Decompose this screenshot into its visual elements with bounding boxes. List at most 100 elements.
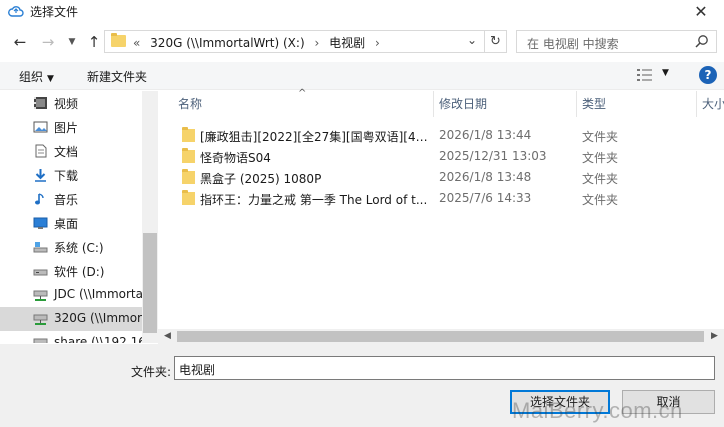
sort-ascending-icon: ^: [298, 88, 307, 99]
recent-locations-button[interactable]: ▼: [62, 32, 82, 52]
folder-icon: [182, 169, 195, 184]
file-type: 文件夹: [582, 193, 619, 207]
up-button[interactable]: ↑: [84, 32, 104, 52]
dialog-footer: 文件夹: 电视剧 选择文件夹 取消 MaiBerry.com.cn: [0, 344, 724, 427]
network-drive-icon: [33, 314, 48, 325]
file-name: 指环王：力量之戒 第一季 The Lord of t...: [200, 193, 428, 207]
nav-item-downloads[interactable]: 下载: [0, 163, 142, 187]
cloud-app-icon: [8, 6, 24, 17]
organize-label: 组织: [19, 70, 44, 84]
chevron-down-icon: ▼: [68, 37, 76, 47]
navigation-scrollbar[interactable]: [142, 91, 158, 343]
folder-icon: [182, 190, 195, 205]
horizontal-scrollbar[interactable]: ◀ ▶: [158, 329, 724, 344]
column-header-type[interactable]: 类型: [582, 95, 606, 119]
column-divider[interactable]: [433, 91, 434, 117]
file-row[interactable]: 指环王：力量之戒 第一季 The Lord of t... 2025/7/6 1…: [158, 188, 724, 209]
folder-icon: [182, 127, 195, 142]
scrollbar-thumb[interactable]: [177, 331, 704, 342]
column-header-size[interactable]: 大小: [702, 95, 724, 119]
nav-item-desktop[interactable]: 桌面: [0, 211, 142, 235]
music-icon: [35, 193, 44, 205]
system-drive-icon: [33, 242, 48, 253]
view-options-icon[interactable]: [636, 67, 654, 83]
arrow-right-icon: →: [41, 33, 55, 51]
folder-icon: [111, 33, 126, 47]
nav-item-label: JDC (\\Immorta: [54, 287, 143, 301]
nav-item-jdc-network[interactable]: JDC (\\Immorta: [0, 283, 143, 307]
scroll-left-icon[interactable]: ◀: [160, 329, 175, 344]
video-library-icon: [34, 97, 47, 109]
scrollbar-thumb[interactable]: [143, 233, 157, 333]
breadcrumb-drive[interactable]: 320G (\\ImmortalWrt) (X:): [150, 36, 304, 50]
arrow-up-icon: ↑: [87, 33, 101, 51]
search-box[interactable]: 在 电视剧 中搜索: [516, 30, 717, 53]
nav-item-label: 系统 (C:): [54, 241, 104, 255]
help-icon: ?: [704, 68, 712, 82]
file-modified: 2025/7/6 14:33: [439, 191, 532, 205]
caret-down-icon: ▼: [47, 74, 54, 84]
file-row[interactable]: 黑盒子 (2025) 1080P 2026/1/8 13:48 文件夹: [158, 167, 724, 188]
nav-item-videos[interactable]: 视频: [0, 91, 142, 115]
nav-item-pictures[interactable]: 图片: [0, 115, 142, 139]
desktop-icon: [33, 217, 48, 229]
file-row[interactable]: 怪奇物语S04 2025/12/31 13:03 文件夹: [158, 146, 724, 167]
forward-button[interactable]: →: [38, 32, 58, 52]
address-history-button[interactable]: ⌄: [464, 33, 480, 51]
file-row[interactable]: [廉政狙击][2022][全27集][国粤双语][4K ... 2026/1/8…: [158, 125, 724, 146]
drive-icon: [33, 269, 48, 276]
nav-item-music[interactable]: 音乐: [0, 187, 142, 211]
network-drive-icon: [33, 290, 48, 301]
breadcrumb-current[interactable]: 电视剧: [329, 36, 365, 50]
window-title: 选择文件: [30, 5, 79, 19]
back-button[interactable]: ←: [10, 32, 30, 52]
column-header-name[interactable]: 名称: [178, 95, 202, 119]
folder-icon: [182, 148, 195, 163]
nav-item-320g-network[interactable]: 320G (\\Immor: [0, 307, 142, 331]
file-type: 文件夹: [582, 151, 619, 165]
nav-item-d-drive[interactable]: 软件 (D:): [0, 259, 142, 283]
file-type: 文件夹: [582, 130, 619, 144]
refresh-icon: ↻: [490, 34, 501, 49]
breadcrumb-separator[interactable]: ›: [314, 36, 319, 50]
close-icon: ✕: [694, 2, 708, 21]
column-header-modified[interactable]: 修改日期: [439, 95, 487, 119]
nav-item-label: 图片: [54, 121, 79, 135]
file-list: ^ 名称 修改日期 类型 大小 [廉政狙击][2022][全27集][国粤双语]…: [158, 88, 724, 344]
close-button[interactable]: ✕: [678, 0, 724, 24]
nav-item-share-network[interactable]: share (\\192.16: [0, 331, 146, 343]
address-bar[interactable]: « 320G (\\ImmortalWrt) (X:) › 电视剧 › ⌄ ↻: [104, 30, 507, 53]
nav-item-documents[interactable]: 文档: [0, 139, 142, 163]
file-name: [廉政狙击][2022][全27集][国粤双语][4K ...: [200, 130, 430, 144]
search-icon: [695, 35, 708, 48]
pictures-icon: [33, 121, 48, 133]
new-folder-button[interactable]: 新建文件夹: [87, 68, 147, 85]
organize-button[interactable]: 组织 ▼: [19, 68, 54, 85]
view-dropdown-icon[interactable]: ▼: [662, 68, 669, 78]
downloads-icon: [35, 169, 46, 182]
scroll-right-icon[interactable]: ▶: [707, 329, 722, 344]
filename-label: 文件夹:: [131, 365, 172, 379]
nav-item-system-drive[interactable]: 系统 (C:): [0, 235, 142, 259]
nav-item-label: 桌面: [54, 217, 79, 231]
file-modified: 2026/1/8 13:44: [439, 128, 532, 142]
help-button[interactable]: ?: [699, 66, 717, 84]
documents-icon: [35, 144, 47, 158]
breadcrumb-separator[interactable]: ›: [375, 36, 380, 50]
file-modified: 2026/1/8 13:48: [439, 170, 532, 184]
breadcrumb: « 320G (\\ImmortalWrt) (X:) › 电视剧 ›: [133, 34, 386, 51]
refresh-button[interactable]: ↻: [484, 31, 506, 52]
nav-item-label: 音乐: [54, 193, 79, 207]
search-placeholder: 在 电视剧 中搜索: [527, 37, 619, 51]
folder-name-input[interactable]: 电视剧: [174, 356, 715, 380]
file-type: 文件夹: [582, 172, 619, 186]
file-name: 怪奇物语S04: [200, 151, 271, 165]
breadcrumb-overflow[interactable]: «: [133, 36, 140, 50]
file-name: 黑盒子 (2025) 1080P: [200, 172, 322, 186]
command-bar: 组织 ▼ 新建文件夹 ▼ ?: [0, 62, 724, 90]
column-divider[interactable]: [696, 91, 697, 117]
nav-item-label: 视频: [54, 97, 79, 111]
column-divider[interactable]: [576, 91, 577, 117]
arrow-left-icon: ←: [13, 33, 27, 51]
nav-item-label: 320G (\\Immor: [54, 311, 142, 325]
